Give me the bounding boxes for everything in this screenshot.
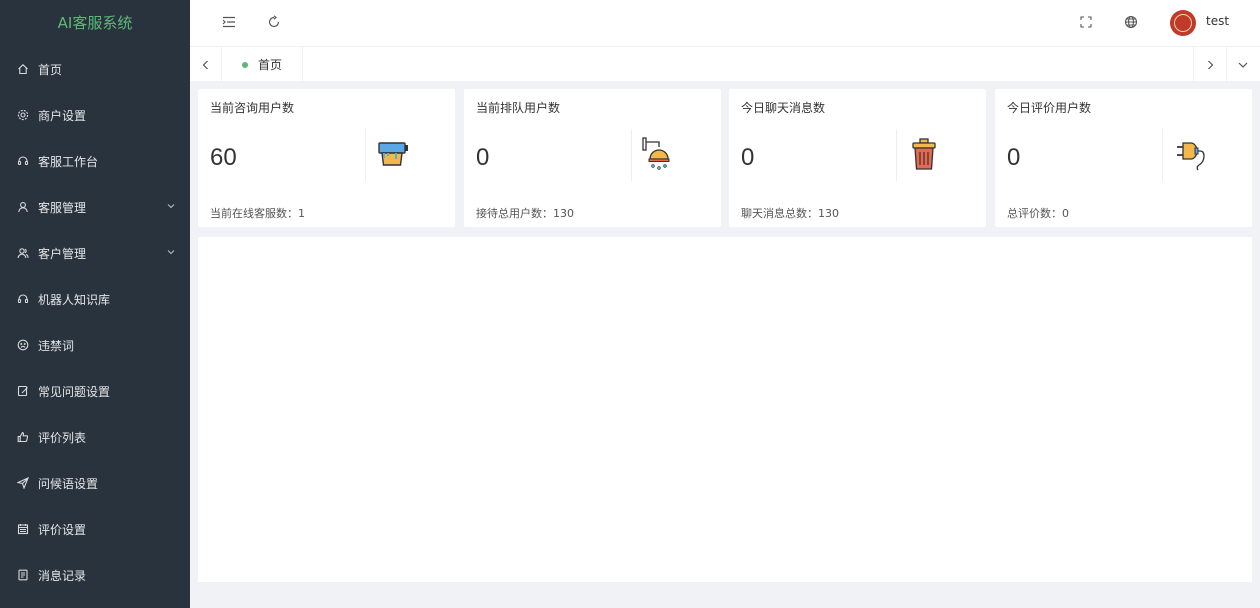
sidebar-item-label: 评价列表	[38, 430, 87, 445]
stat-card-queued-users: 当前排队用户数 0 接待总用户数：130	[464, 89, 721, 227]
avatar-seal-icon	[1174, 14, 1192, 32]
card-footer: 聊天消息总数：130	[741, 207, 839, 220]
edit-icon	[17, 385, 29, 397]
card-title: 今日评价用户数	[1007, 101, 1092, 115]
sidebar-item-home[interactable]: 首页	[0, 46, 190, 92]
thumbs-up-icon	[17, 431, 29, 443]
app-logo-title: AI客服系统	[57, 14, 133, 32]
gear-icon	[17, 109, 29, 121]
card-title: 今日聊天消息数	[741, 101, 826, 115]
shower-icon	[642, 137, 670, 170]
stat-card-consulting-users: 当前咨询用户数 60 当前在线客服数：1	[198, 89, 455, 227]
tab-scroll-left-button[interactable]	[190, 47, 222, 82]
sidebar-item-message-records[interactable]: 消息记录	[0, 552, 190, 598]
users-icon	[17, 247, 29, 259]
sidebar-item-banned-words[interactable]: 违禁词	[0, 322, 190, 368]
sidebar-item-label: 客户管理	[38, 246, 87, 261]
sidebar-item-label: 机器人知识库	[38, 292, 111, 307]
sidebar-item-review-settings[interactable]: 评价设置	[0, 506, 190, 552]
card-divider	[631, 129, 632, 181]
tab-bar: 首页	[190, 46, 1260, 82]
sidebar-item-greeting-settings[interactable]: 问候语设置	[0, 460, 190, 506]
card-footer: 总评价数：0	[1007, 207, 1069, 220]
fullscreen-icon[interactable]	[1078, 14, 1094, 30]
card-divider	[896, 129, 897, 181]
stat-card-today-messages: 今日聊天消息数 0 聊天消息总数：130	[729, 89, 986, 227]
menu-toggle-icon[interactable]	[221, 14, 237, 30]
tab-home[interactable]: 首页	[230, 47, 304, 82]
send-icon	[17, 477, 29, 489]
chevron-right-icon	[1207, 60, 1213, 69]
tab-options-dropdown[interactable]	[1226, 47, 1258, 82]
frown-icon	[17, 339, 29, 351]
card-title: 当前排队用户数	[476, 101, 561, 115]
chevron-down-icon	[167, 204, 175, 209]
card-value: 0	[476, 144, 490, 171]
tab-home-label: 首页	[258, 58, 283, 72]
robot-icon	[17, 293, 29, 305]
user-icon	[17, 201, 29, 213]
sidebar-item-label: 违禁词	[38, 338, 75, 353]
card-footer: 当前在线客服数：1	[210, 207, 305, 220]
card-divider	[1162, 129, 1163, 181]
card-value: 0	[741, 144, 755, 171]
trash-bin-icon	[912, 138, 936, 170]
card-title: 当前咨询用户数	[210, 101, 295, 115]
sidebar-item-merchant-settings[interactable]: 商户设置	[0, 92, 190, 138]
card-value: 60	[210, 144, 237, 171]
card-footer: 接待总用户数：130	[476, 207, 574, 220]
sidebar-item-label: 商户设置	[38, 108, 87, 123]
paint-bucket-icon	[378, 142, 408, 166]
chevron-down-icon	[1238, 62, 1247, 68]
file-icon	[17, 569, 29, 581]
sidebar-item-agent-management[interactable]: 客服管理	[0, 184, 190, 230]
plug-icon	[1177, 142, 1205, 171]
sidebar-item-faq-settings[interactable]: 常见问题设置	[0, 368, 190, 414]
sidebar-item-label: 评价设置	[38, 522, 87, 537]
username[interactable]: test	[1206, 14, 1229, 28]
main-content-panel	[198, 237, 1252, 582]
active-tab-dot	[242, 61, 248, 68]
sidebar-item-label: 客服管理	[38, 200, 87, 215]
sidebar-item-customer-management[interactable]: 客户管理	[0, 230, 190, 276]
sidebar-item-label: 首页	[38, 62, 63, 77]
top-header: test	[190, 0, 1260, 46]
sidebar-item-label: 问候语设置	[38, 476, 99, 491]
globe-icon[interactable]	[1123, 14, 1139, 30]
card-divider	[365, 129, 366, 181]
home-icon	[17, 63, 29, 75]
sidebar-item-label: 消息记录	[38, 568, 87, 583]
sidebar-item-label: 客服工作台	[38, 154, 99, 169]
chevron-down-icon	[167, 250, 175, 255]
stat-card-today-reviews: 今日评价用户数 0 总评价数：0	[995, 89, 1252, 227]
sidebar-item-label: 常见问题设置	[38, 384, 111, 399]
sidebar: AI客服系统 首页 商户设置 客服工作台 客服管理 客户管理 机器人知识库 违禁…	[0, 0, 190, 608]
sidebar-menu: 首页 商户设置 客服工作台 客服管理 客户管理 机器人知识库 违禁词 常见问题设…	[0, 46, 190, 598]
tab-scroll-right-button[interactable]	[1193, 47, 1225, 82]
calendar-icon	[17, 523, 29, 535]
chevron-left-icon	[202, 60, 208, 69]
sidebar-item-agent-workbench[interactable]: 客服工作台	[0, 138, 190, 184]
sidebar-item-robot-knowledge-base[interactable]: 机器人知识库	[0, 276, 190, 322]
sidebar-item-review-list[interactable]: 评价列表	[0, 414, 190, 460]
headset-icon	[17, 155, 29, 167]
avatar[interactable]	[1170, 10, 1196, 36]
refresh-icon[interactable]	[266, 14, 282, 30]
card-value: 0	[1007, 144, 1021, 171]
